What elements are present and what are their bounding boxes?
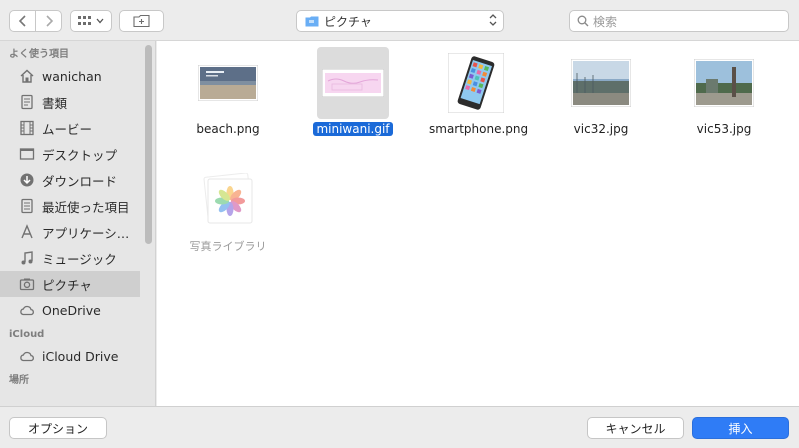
file-name: beach.png (196, 122, 260, 136)
sidebar-item-home[interactable]: wanichan (0, 63, 155, 89)
sidebar-item-music[interactable]: ミュージック (0, 245, 155, 271)
sidebar-item-pictures[interactable]: ピクチャ (0, 271, 140, 297)
file-item-miniwani[interactable]: miniwani.gif (303, 47, 403, 137)
sidebar-item-icloud-drive[interactable]: iCloud Drive (0, 343, 155, 369)
location-label: ピクチャ (324, 14, 372, 29)
sidebar-item-onedrive[interactable]: OneDrive (0, 297, 155, 323)
cloud-icon (18, 347, 36, 365)
folder-icon (305, 16, 319, 26)
options-button[interactable]: オプション (9, 417, 107, 439)
file-name: vic32.jpg (573, 122, 629, 136)
sidebar: よく使う項目 wanichan 書類 ムービー デスクトップ ダウンロード 最近… (0, 41, 156, 406)
sidebar-item-downloads[interactable]: ダウンロード (0, 167, 155, 193)
sidebar-item-movies[interactable]: ムービー (0, 115, 155, 141)
forward-button[interactable] (35, 10, 62, 32)
file-thumbnail (688, 47, 760, 119)
file-name: miniwani.gif (313, 122, 393, 136)
updown-chevron-icon (489, 13, 497, 30)
new-folder-icon (132, 14, 150, 28)
desktop-icon (18, 145, 36, 163)
music-icon (18, 249, 36, 267)
sidebar-item-documents[interactable]: 書類 (0, 89, 155, 115)
document-icon (18, 93, 36, 111)
file-thumbnail (317, 47, 389, 119)
camera-icon (18, 275, 36, 293)
file-item-vic32[interactable]: vic32.jpg (551, 47, 651, 137)
sidebar-scrollbar[interactable] (145, 45, 152, 244)
file-name: 写真ライブラリ (189, 240, 267, 253)
file-thumbnail (192, 47, 264, 119)
back-button[interactable] (9, 10, 36, 32)
film-icon (18, 119, 36, 137)
chevron-left-icon (18, 15, 26, 27)
search-field[interactable]: 検索 (569, 10, 789, 32)
location-popup[interactable]: ピクチャ (296, 10, 504, 32)
chevron-down-icon (96, 18, 104, 24)
download-icon (18, 171, 36, 189)
sidebar-item-applications[interactable]: アプリケーシ… (0, 219, 155, 245)
home-icon (18, 67, 36, 85)
sidebar-item-recents[interactable]: 最近使った項目 (0, 193, 155, 219)
sidebar-header-icloud: iCloud (9, 329, 45, 340)
file-item-beach[interactable]: beach.png (178, 47, 278, 137)
file-item-photos-library: 写真ライブラリ (178, 163, 278, 254)
cancel-button[interactable]: キャンセル (587, 417, 684, 439)
grid-icon (78, 16, 91, 25)
file-name: vic53.jpg (696, 122, 752, 136)
sidebar-header-places: 場所 (9, 375, 29, 386)
new-folder-button[interactable] (119, 10, 164, 32)
sidebar-header-favorites: よく使う項目 (9, 49, 69, 60)
insert-button[interactable]: 挿入 (692, 417, 789, 439)
toolbar: ピクチャ 検索 (0, 0, 799, 41)
file-thumbnail (440, 47, 512, 119)
recent-icon (18, 197, 36, 215)
file-name: smartphone.png (429, 122, 529, 136)
file-thumbnail (565, 47, 637, 119)
cloud-icon (18, 301, 36, 319)
file-grid: beach.png miniwani.gif smartphone.png vi… (157, 41, 799, 406)
apps-icon (18, 223, 36, 241)
sidebar-item-desktop[interactable]: デスクトップ (0, 141, 155, 167)
search-icon (577, 15, 589, 27)
bottom-bar: オプション キャンセル 挿入 (0, 406, 799, 448)
file-thumbnail (192, 163, 264, 235)
chevron-right-icon (45, 15, 53, 27)
view-mode-button[interactable] (70, 10, 112, 32)
search-placeholder: 検索 (593, 14, 618, 29)
file-item-smartphone[interactable]: smartphone.png (426, 47, 528, 137)
file-item-vic53[interactable]: vic53.jpg (674, 47, 774, 137)
